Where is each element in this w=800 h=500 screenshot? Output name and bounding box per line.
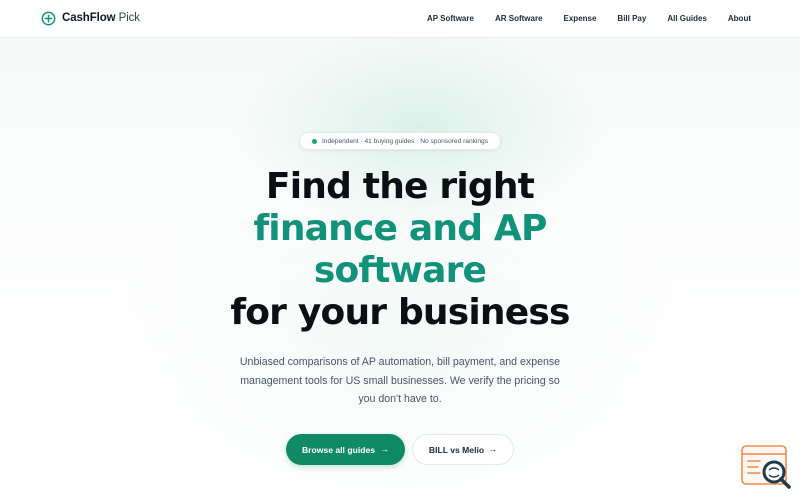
headline-line-3: software: [313, 250, 487, 291]
browse-guides-label: Browse all guides: [301, 444, 376, 455]
logo-text: CashFlow Pick: [62, 10, 140, 27]
hero-subtitle: Unbiased comparisons of AP automation, b…: [239, 356, 561, 405]
logo-name-light: Pick: [118, 12, 140, 24]
browse-guides-button[interactable]: Browse all guides →: [286, 434, 405, 465]
nav-link-ar-software[interactable]: AR Software: [495, 12, 543, 25]
status-dot: [311, 138, 317, 144]
nav-link-bill-pay[interactable]: Bill Pay: [617, 12, 646, 25]
nav-link-expense[interactable]: Expense: [564, 12, 597, 25]
plus-circle-icon: [41, 11, 56, 26]
navbar: CashFlow Pick AP Software AR Software Ex…: [0, 0, 800, 38]
nav-links: AP Software AR Software Expense Bill Pay…: [427, 12, 751, 25]
nav-link-all-guides[interactable]: All Guides: [667, 12, 707, 25]
bill-vs-melio-label: BILL vs Melio: [428, 444, 485, 455]
headline-line-1: Find the right: [265, 166, 535, 207]
headline-line-2: finance and AP: [253, 208, 547, 249]
search-chat-widget[interactable]: [740, 444, 792, 490]
logo[interactable]: CashFlow Pick: [41, 10, 140, 27]
bill-vs-melio-button[interactable]: BILL vs Melio →: [412, 434, 514, 465]
hero-badge: Independent · 41 buying guides · No spon…: [299, 132, 501, 150]
badge-text: Independent · 41 buying guides · No spon…: [321, 137, 489, 145]
page-title: Find the right finance and AP software f…: [150, 166, 650, 334]
arrow-right-icon: →: [488, 444, 498, 454]
nav-link-about[interactable]: About: [728, 12, 751, 25]
search-chat-icon: [741, 445, 791, 489]
arrow-right-icon: →: [380, 444, 390, 454]
headline-line-4: for your business: [230, 292, 570, 333]
nav-link-ap-software[interactable]: AP Software: [427, 12, 474, 25]
logo-name-bold: CashFlow: [62, 12, 116, 24]
